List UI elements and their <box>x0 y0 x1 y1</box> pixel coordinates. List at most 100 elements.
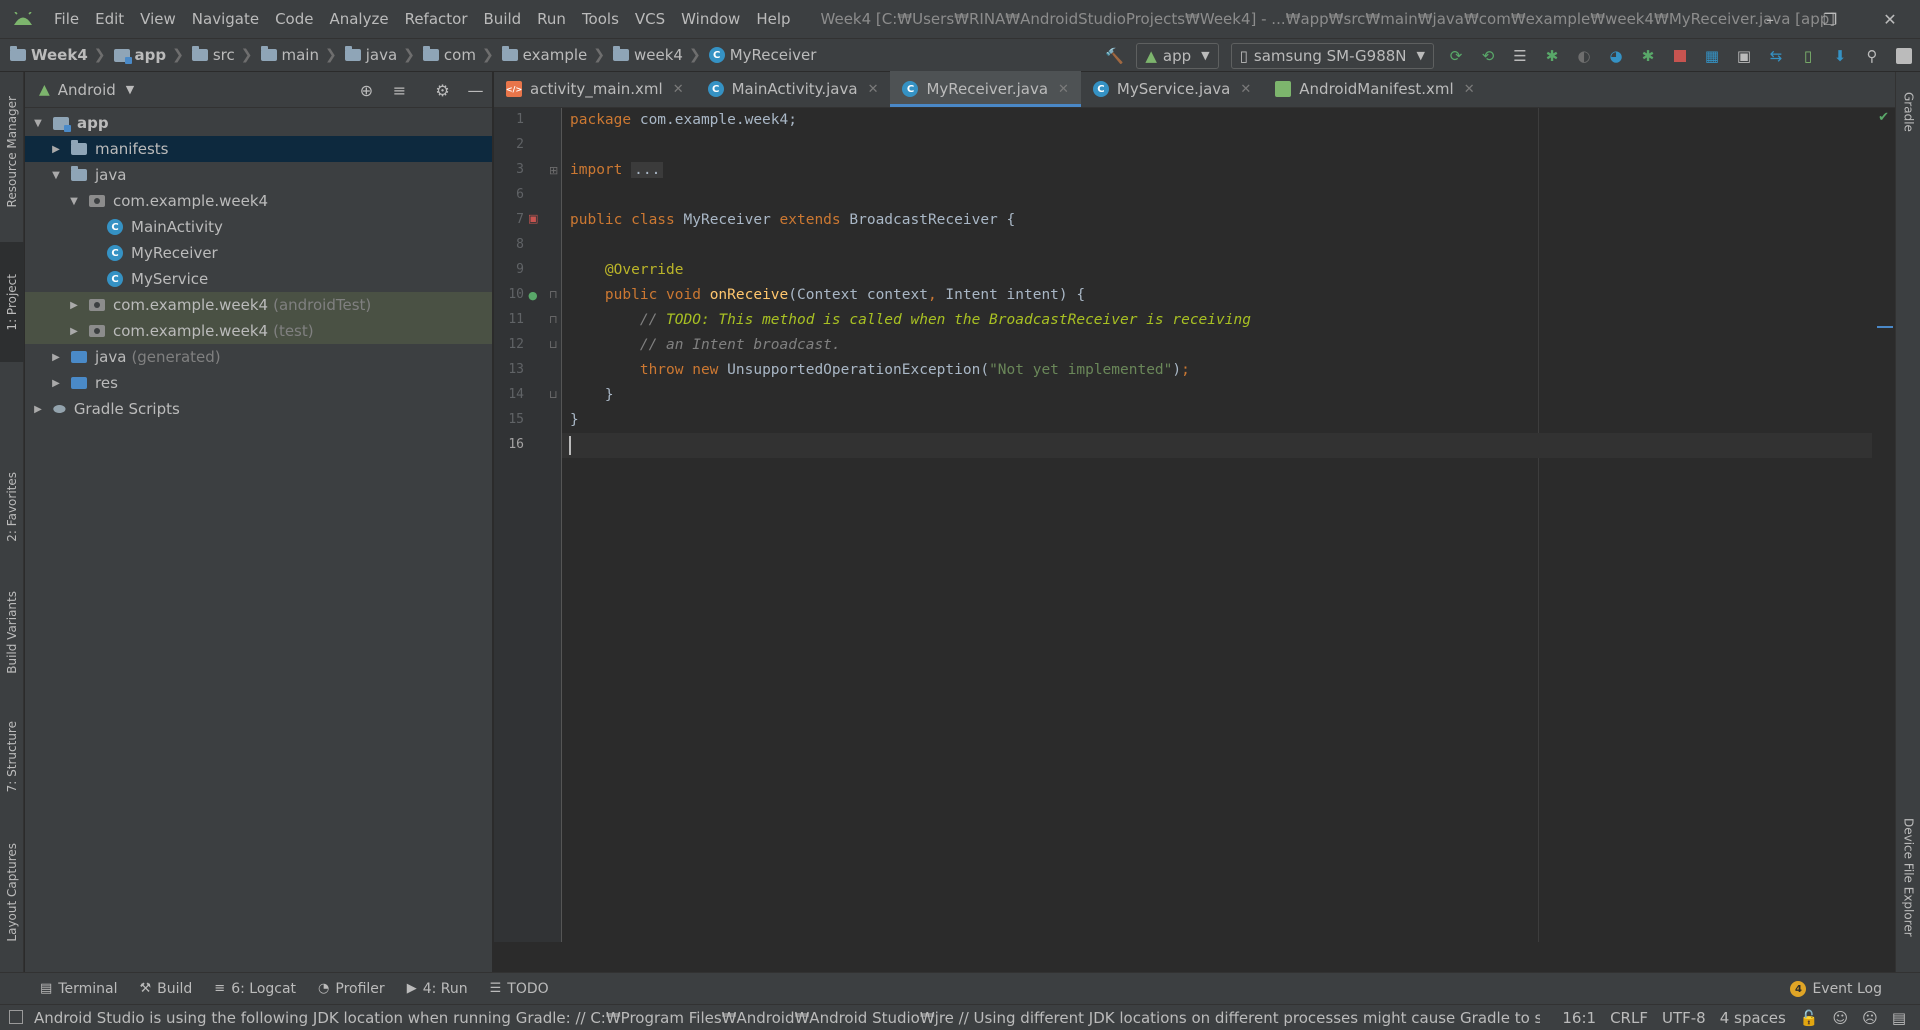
profile-gauge-icon[interactable]: ◕ <box>1600 39 1632 72</box>
breadcrumb-item[interactable]: main <box>260 46 319 64</box>
menu-run[interactable]: Run <box>529 10 574 28</box>
bottom-tab[interactable]: ◔ Profiler <box>318 981 385 997</box>
code-line[interactable] <box>562 233 1872 258</box>
code-line[interactable]: import ... <box>562 158 1872 183</box>
tree-node[interactable]: C MainActivity <box>25 214 492 240</box>
stop-icon[interactable] <box>1664 39 1696 72</box>
tool-tab-structure[interactable]: 7: Structure <box>0 702 24 812</box>
tree-node[interactable]: ▶ ⬬ Gradle Scripts <box>25 396 492 422</box>
line-number[interactable]: 9 <box>494 262 524 277</box>
code-line[interactable]: @Override <box>562 258 1872 283</box>
editor-tab[interactable]: </> activity_main.xml ✕ <box>494 71 696 107</box>
breadcrumb-item[interactable]: com <box>422 46 476 64</box>
editor-tab[interactable]: C MyService.java ✕ <box>1081 71 1263 107</box>
code-line[interactable]: } <box>562 383 1872 408</box>
sdk-manager-icon[interactable]: ⬇ <box>1824 39 1856 72</box>
menu-window[interactable]: Window <box>673 10 748 28</box>
code-line[interactable] <box>562 433 1872 458</box>
code-line[interactable]: } <box>562 408 1872 433</box>
close-window-button[interactable]: ✕ <box>1860 0 1920 38</box>
fold-import-icon[interactable]: ⊞ <box>549 164 558 177</box>
breadcrumb-item[interactable]: week4 <box>612 46 683 64</box>
menu-help[interactable]: Help <box>748 10 798 28</box>
menu-analyze[interactable]: Analyze <box>321 10 396 28</box>
collapsed-arrow-icon[interactable]: ▶ <box>67 326 81 337</box>
bottom-tab[interactable]: ▤ Terminal <box>40 981 117 997</box>
menu-refactor[interactable]: Refactor <box>397 10 476 28</box>
file-encoding[interactable]: UTF-8 <box>1662 1009 1706 1027</box>
search-everywhere-icon[interactable]: ⚲ <box>1856 39 1888 72</box>
project-view-mode-select[interactable]: Android <box>58 81 116 99</box>
indent-setting[interactable]: 4 spaces <box>1720 1009 1786 1027</box>
minimize-button[interactable]: – <box>1740 0 1800 38</box>
sync-gradle-icon[interactable]: ▣ <box>1728 39 1760 72</box>
code-area[interactable]: package com.example.week4; import ... publ… <box>562 108 1872 942</box>
code-editor[interactable]: 1 2 3 6 7 8 9 10 11 12 13 14 15 16 ⊞ ▣ ● ⊓ ⊓ ⊔ ⊔ package com… <box>494 108 1895 972</box>
tree-node[interactable]: ▶ res <box>25 370 492 396</box>
line-number[interactable]: 11 <box>494 312 524 327</box>
code-line[interactable]: // TODO: This method is called when the … <box>562 308 1872 333</box>
fold-method-end-icon[interactable]: ⊔ <box>549 388 558 401</box>
status-message[interactable]: Android Studio is using the following JD… <box>0 1009 1540 1027</box>
line-number[interactable]: 14 <box>494 387 524 402</box>
line-number[interactable]: 13 <box>494 362 524 377</box>
gear-icon[interactable]: ⚙ <box>426 81 459 100</box>
apply-changes-restart-icon[interactable]: ⟳ <box>1440 39 1472 72</box>
editor-tab[interactable]: C MainActivity.java ✕ <box>696 71 891 107</box>
breadcrumb-item[interactable]: C MyReceiver <box>708 46 816 64</box>
override-marker-icon[interactable]: ● <box>528 289 538 302</box>
collapsed-arrow-icon[interactable]: ▶ <box>49 144 63 155</box>
project-structure-icon[interactable]: ▦ <box>1696 39 1728 72</box>
line-number[interactable]: 3 <box>494 162 524 177</box>
line-number[interactable]: 7 <box>494 212 524 227</box>
restore-button[interactable]: ❐ <box>1800 0 1860 38</box>
locate-file-icon[interactable]: ⊕ <box>350 81 383 100</box>
run-config-select[interactable]: ▲ app ▼ <box>1136 42 1219 69</box>
bottom-tab[interactable]: ≡ 6: Logcat <box>214 981 296 997</box>
line-separator[interactable]: CRLF <box>1610 1009 1648 1027</box>
collapsed-arrow-icon[interactable]: ▶ <box>67 300 81 311</box>
tool-tab-favorites[interactable]: 2: Favorites <box>0 452 24 562</box>
code-line[interactable]: // an Intent broadcast. <box>562 333 1872 358</box>
collapsed-arrow-icon[interactable]: ▶ <box>31 404 45 415</box>
menu-file[interactable]: File <box>46 10 87 28</box>
menu-edit[interactable]: Edit <box>87 10 132 28</box>
line-number[interactable]: 1 <box>494 112 524 127</box>
line-number[interactable]: 8 <box>494 237 524 252</box>
tree-node[interactable]: ▼ java <box>25 162 492 188</box>
account-icon[interactable] <box>1888 39 1920 72</box>
expanded-arrow-icon[interactable]: ▼ <box>31 118 45 129</box>
tree-node[interactable]: ▼ com.example.week4 <box>25 188 492 214</box>
collapsed-arrow-icon[interactable]: ▶ <box>49 378 63 389</box>
tree-node[interactable]: ▶ java (generated) <box>25 344 492 370</box>
code-line[interactable] <box>562 183 1872 208</box>
breadcrumb-item[interactable]: example <box>501 46 587 64</box>
code-line[interactable]: public class MyReceiver extends Broadcas… <box>562 208 1872 233</box>
collapse-all-icon[interactable]: ≡ <box>383 81 416 100</box>
collapsed-arrow-icon[interactable]: ▶ <box>49 352 63 363</box>
chevron-down-icon[interactable]: ▼ <box>126 83 134 96</box>
caret-position[interactable]: 16:1 <box>1562 1009 1596 1027</box>
line-number[interactable]: 15 <box>494 412 524 427</box>
menu-vcs[interactable]: VCS <box>627 10 673 28</box>
code-line[interactable]: package com.example.week4; <box>562 108 1872 133</box>
debug-bug-icon[interactable]: ✱ <box>1536 39 1568 72</box>
close-tab-icon[interactable]: ✕ <box>868 82 879 97</box>
line-number[interactable]: 2 <box>494 137 524 152</box>
menu-view[interactable]: View <box>132 10 184 28</box>
tree-node[interactable]: C MyService <box>25 266 492 292</box>
line-number[interactable]: 6 <box>494 187 524 202</box>
receiver-manifest-marker-icon[interactable]: ▣ <box>528 212 538 225</box>
make-project-hammer-icon[interactable]: 🔨 <box>1098 39 1130 72</box>
fold-comment-start-icon[interactable]: ⊓ <box>549 313 558 326</box>
bottom-tab[interactable]: ☰ TODO <box>490 981 549 997</box>
code-line[interactable]: public void onReceive(Context context, I… <box>562 283 1872 308</box>
menu-navigate[interactable]: Navigate <box>184 10 267 28</box>
lock-icon[interactable]: 🔓 <box>1800 1009 1819 1027</box>
tool-windows-toggle-icon[interactable] <box>9 1010 23 1024</box>
tool-tab-layout-captures[interactable]: Layout Captures <box>0 827 24 957</box>
memory-indicator-icon[interactable]: ▤ <box>1892 1009 1906 1027</box>
avd-manager-icon[interactable]: ▯ <box>1792 39 1824 72</box>
tool-tab-build-variants[interactable]: Build Variants <box>0 572 24 692</box>
tree-node[interactable]: ▶ manifests <box>25 136 492 162</box>
